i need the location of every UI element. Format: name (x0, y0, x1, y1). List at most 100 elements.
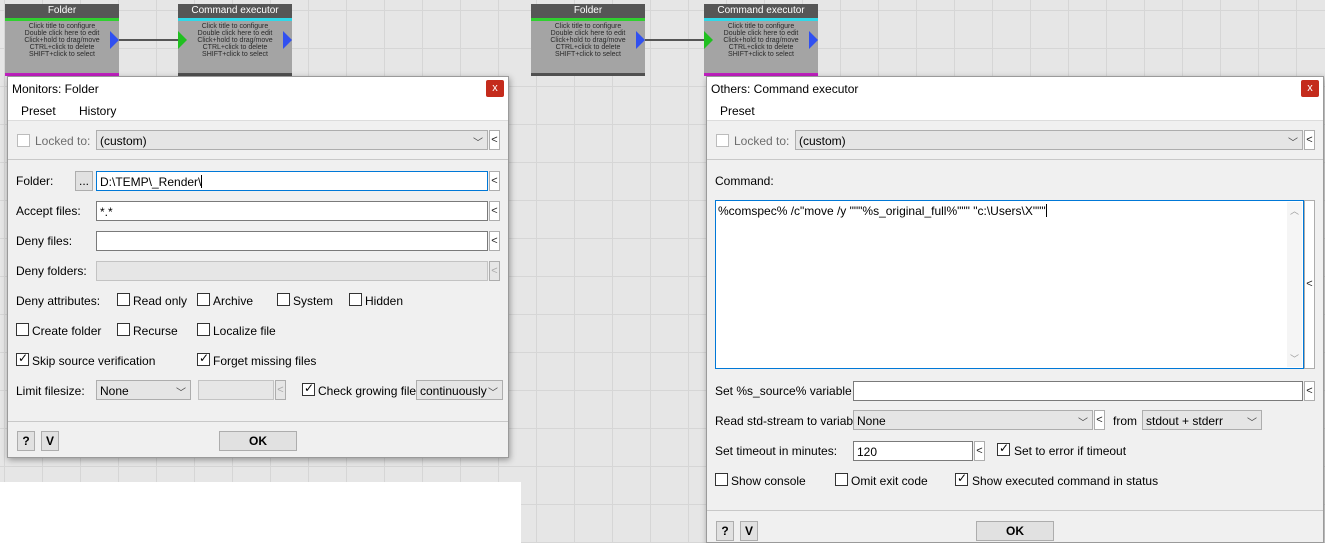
menu-preset[interactable]: Preset (21, 104, 56, 118)
error-if-timeout-checkbox[interactable] (997, 441, 1010, 456)
ok-button[interactable]: OK (219, 431, 297, 451)
show-executed-command-label: Show executed command in status (972, 474, 1159, 488)
node-hints[interactable]: Click title to configure Double click he… (178, 21, 292, 58)
dialog-titlebar[interactable]: Monitors: Folder x (8, 77, 508, 101)
text-caret (201, 175, 203, 188)
node-hints[interactable]: Click title to configure Double click he… (531, 21, 645, 58)
show-console-checkbox[interactable] (715, 473, 728, 486)
show-executed-command-checkbox[interactable] (955, 471, 968, 486)
expand-arrow-button[interactable]: < (489, 231, 500, 251)
node-title[interactable]: Folder (5, 4, 119, 18)
limit-filesize-value: None (100, 384, 129, 398)
node-hint: SHIFT+click to select (29, 51, 95, 58)
folder-node-left[interactable]: Folder Click title to configure Double c… (5, 4, 119, 76)
node-hints[interactable]: Click title to configure Double click he… (5, 21, 119, 58)
create-folder-checkbox[interactable] (16, 323, 29, 336)
output-arrow-icon[interactable] (110, 31, 119, 49)
expand-arrow-button[interactable]: < (489, 130, 500, 150)
node-title[interactable]: Command executor (704, 4, 818, 18)
node-hints[interactable]: Click title to configure Double click he… (704, 21, 818, 58)
command-textarea[interactable]: %comspec% /c"move /y """%s_original_full… (715, 200, 1304, 369)
locked-to-label: Locked to: (734, 134, 790, 148)
node-hint: CTRL+click to delete (29, 44, 95, 51)
scroll-up-icon[interactable]: ︿ (1287, 204, 1302, 217)
node-hint: CTRL+click to delete (728, 44, 794, 51)
dialog-title: Monitors: Folder (12, 82, 99, 96)
source-variable-label: Set %s_source% variable to: (715, 384, 869, 398)
close-button[interactable]: x (1301, 80, 1319, 97)
node-title[interactable]: Command executor (178, 4, 292, 18)
expand-arrow-button[interactable]: < (489, 201, 500, 221)
folder-value: D:\TEMP\_Render\ (100, 175, 202, 189)
folder-dialog: Monitors: Folder x Preset History Locked… (7, 76, 509, 458)
expand-arrow-button[interactable]: < (1094, 410, 1105, 430)
locked-to-select[interactable]: (custom) ﹀ (795, 130, 1303, 150)
recurse-checkbox[interactable] (117, 323, 130, 336)
locked-to-checkbox[interactable] (17, 134, 30, 147)
node-title[interactable]: Folder (531, 4, 645, 18)
deny-folders-input (96, 261, 488, 281)
menu-preset[interactable]: Preset (720, 104, 755, 118)
folder-input[interactable]: D:\TEMP\_Render\ (96, 171, 488, 191)
accept-files-input[interactable]: *.* (96, 201, 488, 221)
chevron-down-icon: ﹀ (1078, 418, 1088, 429)
hidden-checkbox[interactable] (349, 293, 362, 306)
expand-arrow-button[interactable]: < (974, 441, 985, 461)
from-label: from (1113, 414, 1137, 428)
localize-file-checkbox[interactable] (197, 323, 210, 336)
archive-checkbox[interactable] (197, 293, 210, 306)
expand-arrow-button[interactable]: < (489, 171, 500, 191)
create-folder-label: Create folder (32, 324, 102, 338)
timeout-input[interactable]: 120 (853, 441, 973, 461)
node-hint: Click title to configure (554, 23, 622, 30)
stream-source-select[interactable]: stdout + stderr ﹀ (1142, 410, 1262, 430)
locked-to-checkbox[interactable] (716, 134, 729, 147)
browse-button[interactable]: ... (75, 171, 93, 191)
text-caret (1045, 204, 1047, 217)
output-arrow-icon[interactable] (636, 31, 645, 49)
v-button[interactable]: V (41, 431, 59, 451)
expand-arrow-button[interactable]: < (1304, 130, 1315, 150)
node-hint: Click+hold to drag/move (550, 37, 626, 44)
growing-mode-select[interactable]: continuously ﹀ (416, 380, 503, 400)
folder-node-right[interactable]: Folder Click title to configure Double c… (531, 4, 645, 76)
limit-filesize-select[interactable]: None ﹀ (96, 380, 191, 400)
std-stream-select[interactable]: None ﹀ (853, 410, 1093, 430)
locked-to-value: (custom) (100, 134, 147, 148)
input-arrow-icon[interactable] (178, 31, 187, 49)
close-button[interactable]: x (486, 80, 504, 97)
node-hint: Double click here to edit (550, 30, 626, 37)
check-growing-files-checkbox[interactable] (302, 381, 315, 396)
menu-history[interactable]: History (79, 104, 116, 118)
input-arrow-icon[interactable] (704, 31, 713, 49)
output-arrow-icon[interactable] (283, 31, 292, 49)
command-executor-node-right[interactable]: Command executor Click title to configur… (704, 4, 818, 76)
show-console-label: Show console (731, 474, 806, 488)
v-button[interactable]: V (740, 521, 758, 541)
dialog-titlebar[interactable]: Others: Command executor x (707, 77, 1323, 101)
expand-arrow-button[interactable]: < (1304, 381, 1315, 401)
ok-button[interactable]: OK (976, 521, 1054, 541)
omit-exit-code-checkbox[interactable] (835, 473, 848, 486)
scroll-down-icon[interactable]: ﹀ (1287, 352, 1302, 365)
growing-mode-value: continuously (420, 384, 487, 398)
node-hint: Click title to configure (727, 23, 795, 30)
deny-files-input[interactable] (96, 231, 488, 251)
node-hint: Click+hold to drag/move (723, 37, 799, 44)
skip-source-verification-checkbox[interactable] (16, 351, 29, 366)
expand-arrow-button[interactable]: < (1304, 200, 1315, 369)
recurse-label: Recurse (133, 324, 178, 338)
source-variable-input[interactable] (853, 381, 1303, 401)
help-button[interactable]: ? (17, 431, 35, 451)
read-only-checkbox[interactable] (117, 293, 130, 306)
output-arrow-icon[interactable] (809, 31, 818, 49)
forget-missing-files-checkbox[interactable] (197, 351, 210, 366)
command-executor-node-left[interactable]: Command executor Click title to configur… (178, 4, 292, 76)
system-checkbox[interactable] (277, 293, 290, 306)
hidden-label: Hidden (365, 294, 404, 308)
vertical-scrollbar[interactable]: ︿ ﹀ (1287, 202, 1302, 367)
timeout-label: Set timeout in minutes: (715, 444, 838, 458)
forget-missing-files-label: Forget missing files (213, 354, 317, 368)
locked-to-select[interactable]: (custom) ﹀ (96, 130, 488, 150)
help-button[interactable]: ? (716, 521, 734, 541)
